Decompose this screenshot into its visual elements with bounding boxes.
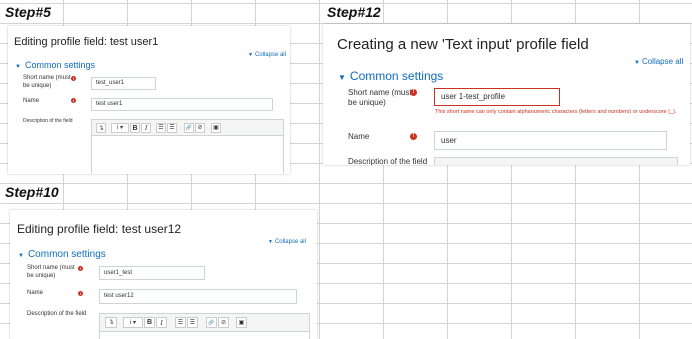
ordered-list-button[interactable]: ☰ xyxy=(167,123,177,133)
chevron-down-icon: ▼ xyxy=(338,73,346,82)
section-common-settings[interactable]: ▼ Common settings xyxy=(15,60,95,70)
collapse-all-link[interactable]: ▼ Collapse all xyxy=(634,57,683,66)
required-icon: ! xyxy=(410,133,417,140)
section-title: Common settings xyxy=(24,60,95,70)
short-name-input[interactable]: user1_test xyxy=(99,266,205,280)
screenshot-step-5: Editing profile field: test user1 ▼ Colla… xyxy=(8,26,290,174)
section-title: Common settings xyxy=(27,249,106,260)
name-label: Name xyxy=(348,132,370,141)
caret-down-icon: ▼ xyxy=(248,52,253,58)
ordered-list-button[interactable]: ☰ xyxy=(187,317,198,328)
description-editor[interactable]: ↴ i ▾ B I ☰ ☰ 🔗 ⊘ ▣ xyxy=(99,313,310,339)
screenshot-step-12: Creating a new 'Text input' profile fiel… xyxy=(323,24,690,165)
required-icon: ! xyxy=(71,98,76,103)
chevron-down-icon: ▼ xyxy=(18,253,24,259)
name-label: Name xyxy=(23,98,40,104)
toolbar-toggle-button[interactable]: ↴ xyxy=(96,123,106,133)
required-icon: ! xyxy=(71,76,76,81)
description-label: Description of the field xyxy=(27,311,87,317)
screenshot-step-10: Editing profile field: test user12 ▼ Coll… xyxy=(10,210,317,339)
collapse-all-text: Collapse all xyxy=(254,52,286,58)
collapse-all-link[interactable]: ▼ Collapse all xyxy=(248,52,286,58)
editor-toolbar: ↴ i ▾ B I ☰ ☰ 🔗 ⊘ ▣ xyxy=(92,120,283,136)
name-input[interactable]: test user1 xyxy=(91,98,273,111)
unordered-list-button[interactable]: ☰ xyxy=(175,317,186,328)
page-title: Editing profile field: test user1 xyxy=(14,36,159,48)
section-common-settings[interactable]: ▼ Common settings xyxy=(338,69,443,83)
insert-image-button[interactable]: ▣ xyxy=(236,317,247,328)
caret-down-icon: ▼ xyxy=(634,60,640,66)
step-10-label: Step#10 xyxy=(5,184,59,200)
required-icon: ! xyxy=(78,266,83,271)
name-input[interactable]: user xyxy=(434,131,667,150)
unlink-button[interactable]: ⊘ xyxy=(195,123,205,133)
collapse-all-text: Collapse all xyxy=(641,57,684,66)
page-title: Editing profile field: test user12 xyxy=(17,222,182,236)
short-name-label: Short name (must be unique) xyxy=(23,75,71,89)
name-input[interactable]: test user12 xyxy=(99,289,297,304)
step-5-label: Step#5 xyxy=(5,4,51,20)
unlink-button[interactable]: ⊘ xyxy=(218,317,229,328)
link-button[interactable]: 🔗 xyxy=(184,123,194,133)
short-name-input[interactable]: user 1-test_profile xyxy=(434,88,560,106)
name-label: Name xyxy=(27,290,44,296)
description-editor[interactable]: ↴ i ▾ B I ☰ ☰ 🔗 ⊘ ▣ xyxy=(91,119,284,174)
description-label: Description of the field xyxy=(348,157,428,165)
toolbar-toggle-button[interactable]: ↴ xyxy=(105,317,117,328)
bold-button[interactable]: B xyxy=(144,317,155,328)
step-12-label: Step#12 xyxy=(327,4,381,20)
description-editor[interactable] xyxy=(434,157,678,165)
collapse-all-text: Collapse all xyxy=(274,239,306,245)
description-textarea[interactable] xyxy=(92,136,283,174)
page-title: Creating a new 'Text input' profile fiel… xyxy=(337,36,589,53)
collapse-all-link[interactable]: ▼ Collapse all xyxy=(268,239,306,245)
insert-image-button[interactable]: ▣ xyxy=(211,123,221,133)
chevron-down-icon: ▼ xyxy=(15,64,21,70)
section-title: Common settings xyxy=(349,69,444,83)
italic-button[interactable]: I xyxy=(141,123,151,133)
editor-toolbar: ↴ i ▾ B I ☰ ☰ 🔗 ⊘ ▣ xyxy=(100,314,309,332)
required-icon: ! xyxy=(410,89,417,96)
italic-button[interactable]: I xyxy=(156,317,167,328)
caret-down-icon: ▼ xyxy=(268,239,273,245)
description-label: Description of the field xyxy=(23,118,73,124)
unordered-list-button[interactable]: ☰ xyxy=(156,123,166,133)
short-name-label: Short name (must be unique) xyxy=(27,265,75,279)
short-name-input[interactable]: test_user1 xyxy=(91,77,156,90)
description-textarea[interactable] xyxy=(100,332,309,339)
bold-button[interactable]: B xyxy=(130,123,140,133)
paragraph-styles-button[interactable]: i ▾ xyxy=(111,123,129,133)
section-common-settings[interactable]: ▼ Common settings xyxy=(18,249,106,260)
paragraph-styles-button[interactable]: i ▾ xyxy=(123,317,143,328)
short-name-error: This short name can only contain alphanu… xyxy=(435,109,677,115)
link-button[interactable]: 🔗 xyxy=(206,317,217,328)
required-icon: ! xyxy=(78,291,83,296)
